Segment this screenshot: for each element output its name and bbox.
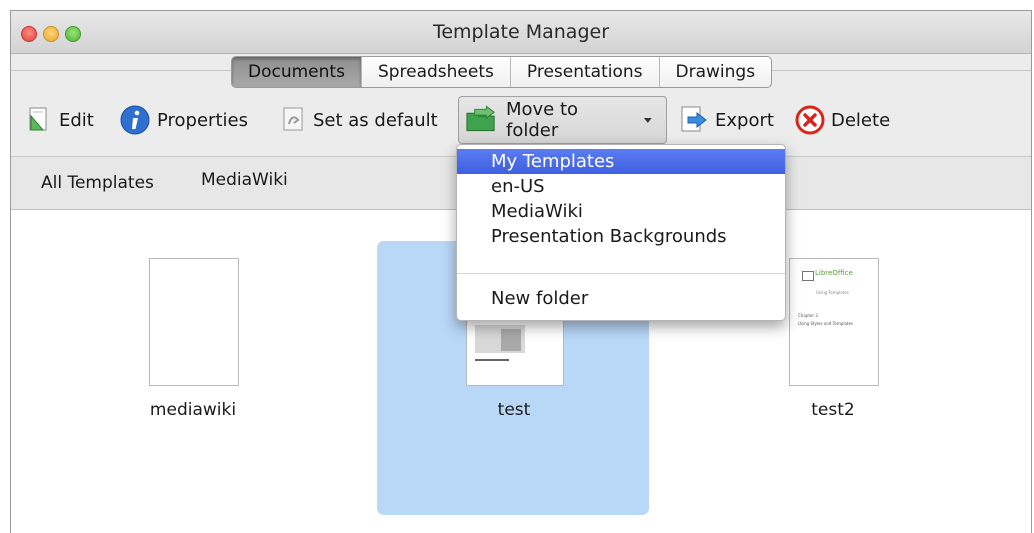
delete-icon bbox=[795, 105, 825, 135]
delete-button[interactable]: Delete bbox=[795, 96, 890, 144]
filter-all-templates[interactable]: All Templates bbox=[41, 173, 154, 193]
edit-button[interactable]: Edit bbox=[27, 96, 94, 144]
export-icon bbox=[681, 106, 707, 132]
template-name-mediawiki: mediawiki bbox=[149, 400, 237, 420]
properties-label: Properties bbox=[157, 109, 248, 131]
category-tabs: Documents Spreadsheets Presentations Dra… bbox=[231, 56, 773, 88]
template-manager-window: Template Manager Documents Spreadsheets … bbox=[10, 10, 1032, 533]
thumbnail-chapter-title-text: Using Styles and Templates bbox=[798, 321, 854, 326]
filter-mediawiki[interactable]: MediaWiki bbox=[201, 170, 288, 190]
export-button[interactable]: Export bbox=[679, 96, 774, 144]
template-thumbnail-test2[interactable]: LibreOffice Using Templates Chapter 3 Us… bbox=[789, 258, 879, 386]
delete-label: Delete bbox=[831, 109, 891, 131]
menu-item-mediawiki[interactable]: MediaWiki bbox=[457, 199, 785, 224]
menu-item-en-us[interactable]: en-US bbox=[457, 174, 785, 199]
set-default-icon bbox=[283, 107, 303, 131]
move-to-folder-button[interactable]: Move to folder bbox=[458, 96, 667, 144]
tab-documents[interactable]: Documents bbox=[232, 57, 362, 87]
tab-spreadsheets[interactable]: Spreadsheets bbox=[362, 57, 511, 87]
thumbnail-logo-text: LibreOffice bbox=[815, 269, 853, 277]
export-label: Export bbox=[715, 109, 774, 131]
move-to-folder-menu: My Templates en-US MediaWiki Presentatio… bbox=[456, 144, 786, 321]
set-as-default-label: Set as default bbox=[313, 109, 438, 131]
edit-icon bbox=[29, 107, 47, 131]
chevron-down-icon bbox=[644, 118, 653, 123]
template-name-test: test bbox=[497, 400, 531, 420]
properties-button[interactable]: Properties bbox=[119, 96, 248, 144]
move-to-folder-label: Move to folder bbox=[505, 99, 579, 141]
menu-item-my-templates[interactable]: My Templates bbox=[457, 149, 785, 174]
template-thumbnail-mediawiki[interactable] bbox=[149, 258, 239, 386]
window-title: Template Manager bbox=[432, 21, 610, 43]
set-as-default-button[interactable]: Set as default bbox=[281, 96, 438, 144]
menu-item-new-folder[interactable]: New folder bbox=[457, 286, 785, 311]
title-bar[interactable]: Template Manager bbox=[11, 11, 1031, 54]
tab-drawings[interactable]: Drawings bbox=[660, 57, 772, 87]
edit-label: Edit bbox=[59, 109, 94, 131]
folder-move-icon bbox=[466, 105, 495, 132]
info-icon bbox=[120, 105, 150, 135]
template-name-test2: test2 bbox=[811, 400, 855, 420]
menu-separator bbox=[457, 273, 785, 274]
template-thumbnail-test[interactable] bbox=[466, 314, 564, 386]
tab-presentations[interactable]: Presentations bbox=[511, 57, 660, 87]
thumbnail-subtitle-text: Using Templates bbox=[816, 290, 849, 295]
thumbnail-chapter-text: Chapter 3 bbox=[798, 313, 818, 318]
toolbar: Edit Properties Set as default Move to f… bbox=[11, 96, 1031, 148]
menu-item-presentation-backgrounds[interactable]: Presentation Backgrounds bbox=[457, 224, 785, 249]
